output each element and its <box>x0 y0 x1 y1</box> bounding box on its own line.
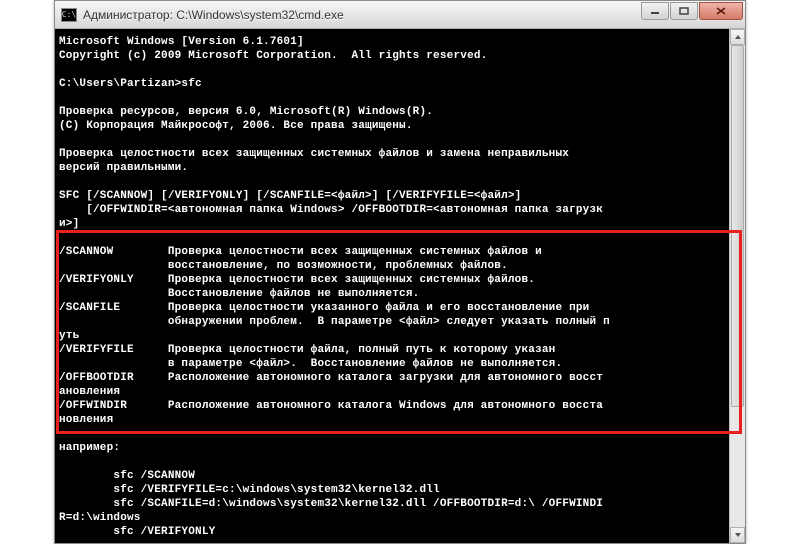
vertical-scrollbar <box>729 29 745 543</box>
out-line: sfc /SCANFILE=d:\windows\system32\kernel… <box>59 498 603 510</box>
out-line: /SCANFILE Проверка целостности указанног… <box>59 302 589 314</box>
out-line: Проверка ресурсов, версия 6.0, Microsoft… <box>59 106 433 118</box>
out-line: и>] <box>59 218 79 230</box>
chevron-up-icon <box>734 34 742 40</box>
out-line: SFC [/SCANNOW] [/VERIFYONLY] [/SCANFILE=… <box>59 190 521 202</box>
terminal-output[interactable]: Microsoft Windows [Version 6.1.7601] Cop… <box>55 29 729 543</box>
out-line: sfc /VERIFYFILE=c:\windows\system32\kern… <box>59 484 440 496</box>
out-line: Microsoft Windows [Version 6.1.7601] <box>59 36 304 48</box>
out-line: /OFFBOOTDIR Расположение автономного кат… <box>59 372 603 384</box>
minimize-button[interactable] <box>641 2 669 20</box>
out-line: ановления <box>59 386 120 398</box>
out-line: Проверка целостности всех защищенных сис… <box>59 148 569 160</box>
minimize-icon <box>650 7 660 15</box>
out-line: /OFFWINDIR Расположение автономного ката… <box>59 400 603 412</box>
out-line: обнаружении проблем. В параметре <файл> … <box>59 316 610 328</box>
out-line: Copyright (c) 2009 Microsoft Corporation… <box>59 50 487 62</box>
out-line: [/OFFWINDIR=<автономная папка Windows> /… <box>59 204 603 216</box>
scroll-track[interactable] <box>730 45 745 527</box>
cmd-window: C:\ Администратор: C:\Windows\system32\c… <box>54 0 746 544</box>
out-line: в параметре <файл>. Восстановление файло… <box>59 358 562 370</box>
out-line: версий правильными. <box>59 162 188 174</box>
out-line: уть <box>59 330 79 342</box>
out-line: Восстановление файлов не выполняется. <box>59 288 419 300</box>
cmd-icon: C:\ <box>61 8 77 22</box>
scroll-up-button[interactable] <box>730 29 745 45</box>
out-line: (C) Корпорация Майкрософт, 2006. Все пра… <box>59 120 413 132</box>
titlebar[interactable]: C:\ Администратор: C:\Windows\system32\c… <box>55 1 745 29</box>
out-line: /SCANNOW Проверка целостности всех защищ… <box>59 246 542 258</box>
out-line: например: <box>59 442 120 454</box>
out-line: восстановление, по возможности, проблемн… <box>59 260 508 272</box>
out-line: /VERIFYFILE Проверка целостности файла, … <box>59 344 555 356</box>
out-line: новления <box>59 414 113 426</box>
out-line: R=d:\windows <box>59 512 141 524</box>
close-icon <box>716 7 726 15</box>
maximize-button[interactable] <box>670 2 698 20</box>
terminal-area: Microsoft Windows [Version 6.1.7601] Cop… <box>55 29 745 543</box>
window-controls <box>641 2 743 20</box>
out-line: sfc /VERIFYONLY <box>59 526 215 538</box>
out-line: /VERIFYONLY Проверка целостности всех за… <box>59 274 535 286</box>
chevron-down-icon <box>734 532 742 538</box>
window-title: Администратор: C:\Windows\system32\cmd.e… <box>83 8 344 22</box>
out-line: C:\Users\Partizan>sfc <box>59 78 202 90</box>
close-button[interactable] <box>699 2 743 20</box>
maximize-icon <box>679 7 689 15</box>
scroll-down-button[interactable] <box>730 527 745 543</box>
out-line: sfc /SCANNOW <box>59 470 195 482</box>
scroll-thumb[interactable] <box>731 45 744 407</box>
